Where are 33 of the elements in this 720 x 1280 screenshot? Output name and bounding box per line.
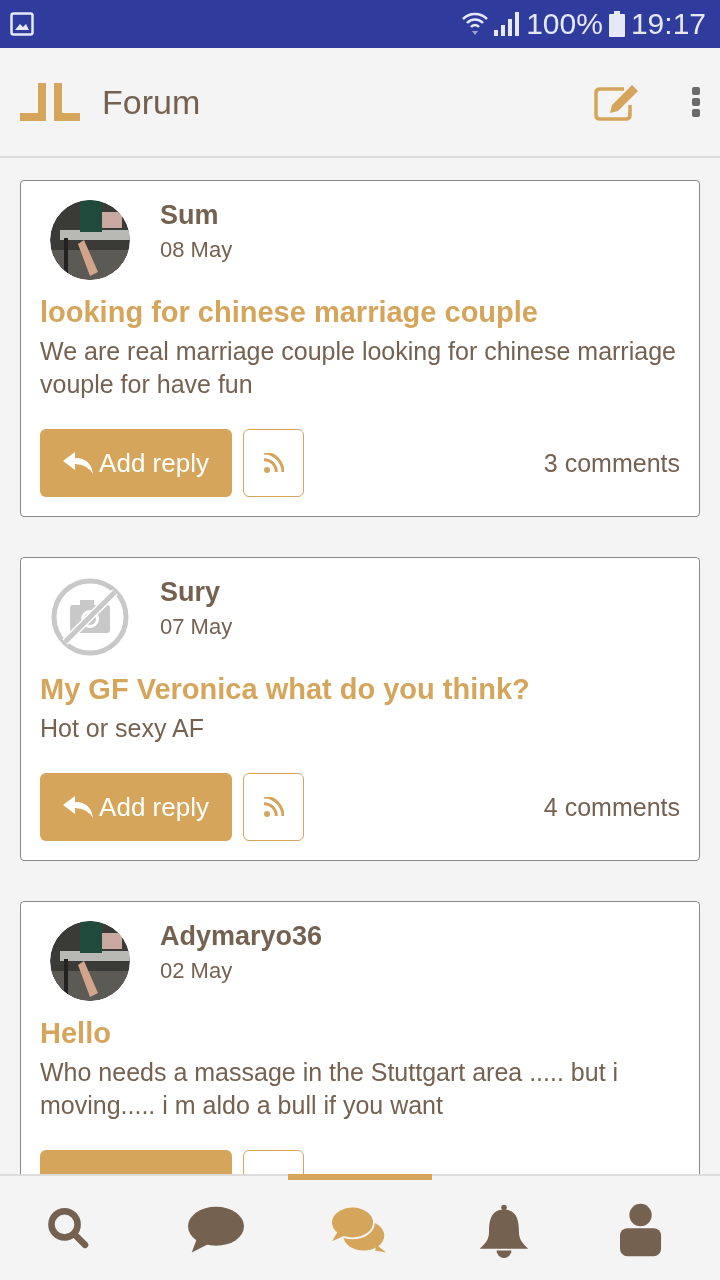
post-date: 08 May (160, 237, 233, 263)
post-title[interactable]: Hello (40, 1017, 680, 1050)
reply-button[interactable]: Add reply (40, 773, 232, 841)
reply-button[interactable]: Add reply (40, 429, 232, 497)
comment-count[interactable]: 3 comments (543, 448, 680, 478)
menu-icon[interactable] (692, 87, 700, 117)
reply-icon (63, 796, 94, 818)
signal-icon (494, 12, 521, 36)
clock: 19:17 (630, 7, 706, 41)
feed-button[interactable] (243, 429, 304, 497)
feed-button[interactable] (243, 773, 304, 841)
compose-icon[interactable] (594, 83, 640, 121)
post-date: 02 May (160, 958, 234, 984)
logo-icon (20, 83, 80, 121)
app-title: Forum (102, 82, 202, 122)
reply-icon (63, 452, 94, 474)
comment-count[interactable]: 4 comments (543, 792, 680, 822)
post-body: Hot or sexy AF (40, 713, 205, 744)
author-name: Sum (160, 200, 220, 231)
author-name: Adymaryo36 (160, 921, 323, 952)
battery-level: 100% (526, 7, 603, 41)
rss-icon (263, 453, 284, 473)
author-name: Sury (160, 577, 222, 608)
wifi-icon (462, 11, 489, 37)
gallery-icon (10, 12, 34, 36)
post-date: 07 May (160, 614, 233, 640)
post-body: We are real marriage couple looking for chinese marriage vouple for have fun (40, 336, 677, 400)
post-title[interactable]: looking for chinese marriage couple (40, 296, 680, 329)
no-photo-icon (50, 577, 130, 657)
post-body: Who needs a massage in the Stuttgart area ..... but i moving..... i m aldo a bull if you want (40, 1057, 620, 1121)
battery-icon (608, 11, 625, 37)
post-title[interactable]: My GF Veronica what do you think? (40, 673, 680, 706)
rss-icon (263, 797, 284, 817)
